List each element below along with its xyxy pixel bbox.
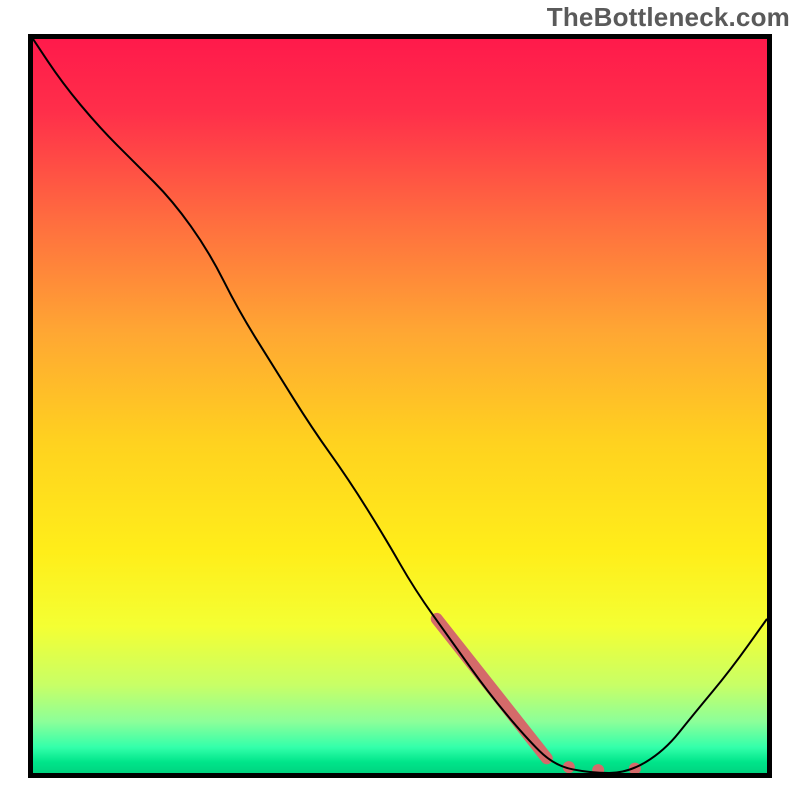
plot-frame (28, 34, 772, 778)
plot-svg (33, 39, 767, 773)
watermark-text: TheBottleneck.com (547, 2, 790, 33)
chart-container: TheBottleneck.com (0, 0, 800, 800)
gradient-background (33, 39, 767, 773)
